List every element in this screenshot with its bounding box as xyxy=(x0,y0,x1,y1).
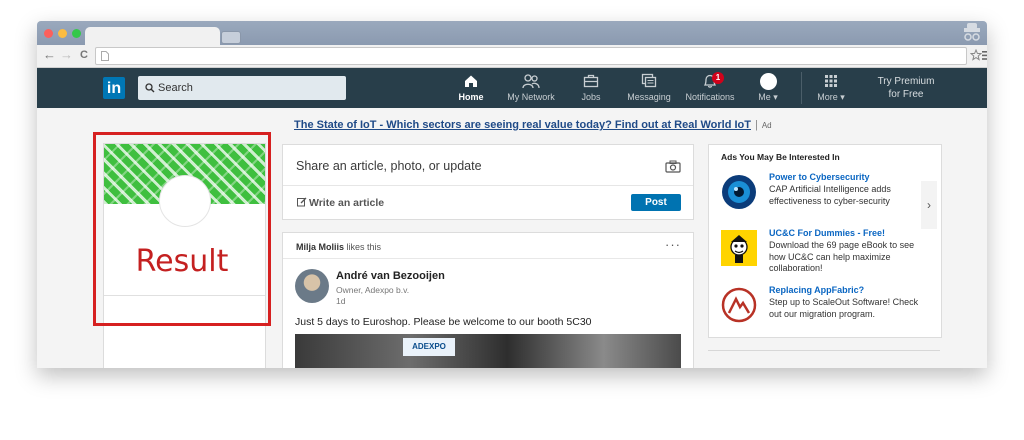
dummies-logo-icon xyxy=(721,230,757,266)
maximize-window-button[interactable] xyxy=(72,29,81,38)
nav-jobs[interactable]: Jobs xyxy=(575,73,607,102)
search-placeholder: Search xyxy=(158,82,193,94)
tab-strip xyxy=(37,21,987,45)
briefcase-icon xyxy=(583,74,599,88)
search-input[interactable]: Search xyxy=(138,76,346,100)
back-button[interactable]: ← xyxy=(43,47,56,63)
browser-window: ← → C in Search Home My Network Jobs Mes… xyxy=(37,21,987,368)
author-avatar[interactable] xyxy=(295,269,329,303)
notification-badge: 1 xyxy=(712,72,724,84)
search-icon xyxy=(145,83,155,93)
feed-post: Milja Moliis likes this ··· André van Be… xyxy=(282,232,694,368)
ads-next-button[interactable]: › xyxy=(921,181,937,229)
nav-messaging[interactable]: Messaging xyxy=(624,73,674,102)
ad-item[interactable]: Power to Cybersecurity CAP Artificial In… xyxy=(721,172,916,214)
post-time: 1d xyxy=(336,296,346,306)
try-premium-link[interactable]: Try Premium for Free xyxy=(867,75,945,101)
ad-link[interactable]: The State of IoT - Which sectors are see… xyxy=(294,119,751,131)
feed-divider xyxy=(283,258,693,259)
menu-icon[interactable] xyxy=(982,51,987,60)
new-tab-button[interactable] xyxy=(221,31,241,44)
nav-notifications[interactable]: 1 Notifications xyxy=(680,72,740,102)
nav-more[interactable]: More ▾ xyxy=(813,73,849,103)
linkedin-page: in Search Home My Network Jobs Messaging xyxy=(37,68,987,368)
browser-toolbar: ← → C xyxy=(37,45,987,68)
home-icon xyxy=(465,75,477,87)
ad-item[interactable]: Replacing AppFabric? Step up to ScaleOut… xyxy=(721,285,918,331)
bookmark-star-icon[interactable] xyxy=(970,49,982,61)
page-icon xyxy=(101,51,109,61)
post-text: Just 5 days to Euroshop. Please be welco… xyxy=(295,316,592,328)
ad-separator: | xyxy=(754,119,758,131)
nav-me[interactable]: Me ▾ xyxy=(753,73,783,103)
nav-my-network[interactable]: My Network xyxy=(503,73,559,102)
linkedin-logo[interactable]: in xyxy=(103,77,125,99)
share-box: Share an article, photo, or update Write… xyxy=(282,144,694,220)
ad-label: Ad xyxy=(761,121,772,130)
address-bar[interactable] xyxy=(95,47,967,65)
write-article-button[interactable]: Write an article xyxy=(297,197,384,209)
image-sign-text: ADEXPO xyxy=(403,338,455,356)
pencil-icon xyxy=(297,197,307,207)
ads-card: Ads You May Be Interested In › Power to … xyxy=(708,144,942,338)
more-options-button[interactable]: ··· xyxy=(665,237,681,252)
forward-button[interactable]: → xyxy=(60,47,73,63)
camera-icon[interactable] xyxy=(665,160,681,173)
ads-title: Ads You May Be Interested In xyxy=(721,152,840,162)
reload-button[interactable]: C xyxy=(80,47,88,63)
browser-tab[interactable] xyxy=(85,27,220,45)
grid-icon xyxy=(825,75,837,87)
post-button[interactable]: Post xyxy=(631,194,681,211)
author-role: Owner, Adexpo b.v. xyxy=(336,285,410,295)
header-divider xyxy=(801,72,802,104)
result-label: Result xyxy=(135,244,229,279)
close-window-button[interactable] xyxy=(44,29,53,38)
share-divider xyxy=(283,185,693,186)
nav-home[interactable]: Home xyxy=(453,73,489,102)
ad-item[interactable]: UC&C For Dummies - Free! Download the 69… xyxy=(721,228,916,274)
minimize-window-button[interactable] xyxy=(58,29,67,38)
result-highlight-box: Result xyxy=(93,132,271,326)
eye-logo-icon xyxy=(722,175,756,209)
avatar xyxy=(759,73,777,90)
right-rail-divider xyxy=(708,350,940,351)
liker-line: Milja Moliis likes this xyxy=(296,242,382,252)
share-prompt[interactable]: Share an article, photo, or update xyxy=(296,159,482,173)
network-icon xyxy=(522,74,540,89)
top-ad-banner: The State of IoT - Which sectors are see… xyxy=(294,119,772,131)
linkedin-header: in Search Home My Network Jobs Messaging xyxy=(37,68,987,108)
author-name[interactable]: André van Bezooijen xyxy=(336,270,445,282)
post-image[interactable]: ADEXPO xyxy=(295,334,681,368)
scaleout-logo-icon xyxy=(721,287,757,323)
liker-name[interactable]: Milja Moliis xyxy=(296,242,344,252)
messaging-icon xyxy=(641,73,657,88)
incognito-icon[interactable] xyxy=(961,23,983,43)
